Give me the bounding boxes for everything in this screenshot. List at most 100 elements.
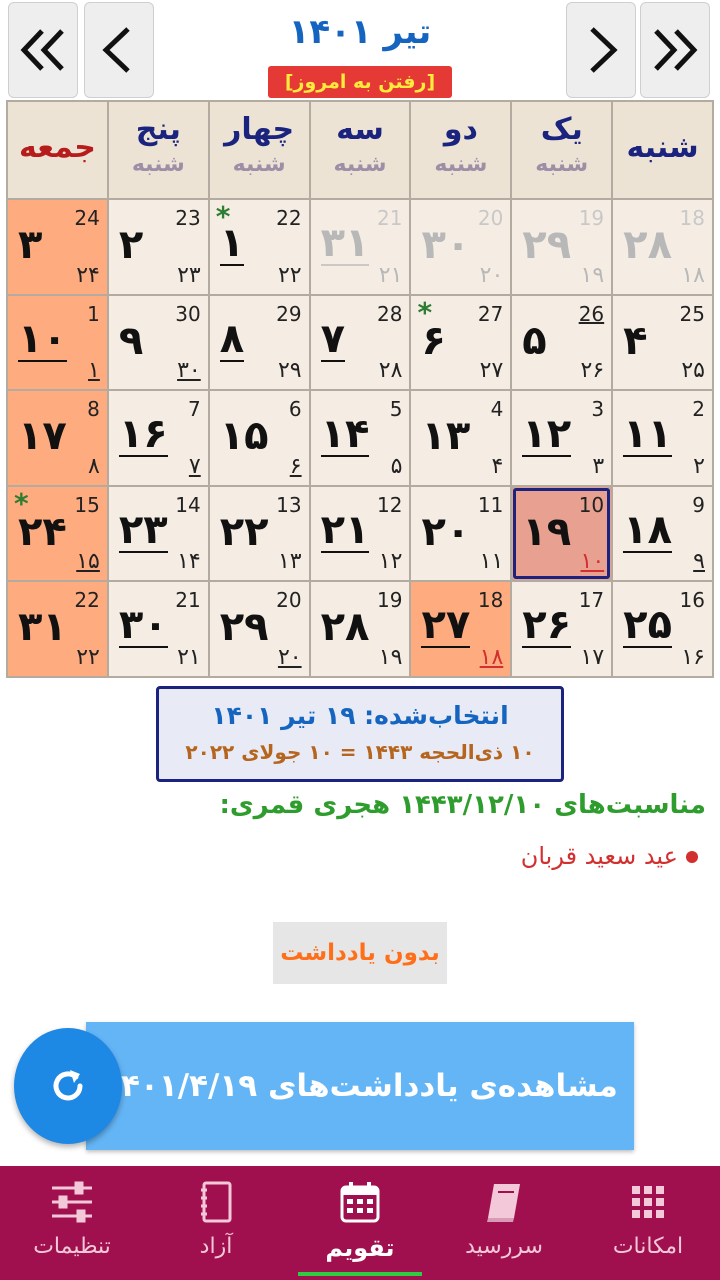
day-cell[interactable]: ۹ 30 ۳۰ (108, 295, 208, 390)
month-title[interactable]: تیر ۱۴۰۱ (160, 12, 560, 52)
selected-date-text: انتخاب‌شده: ۱۹ تیر ۱۴۰۱ (211, 701, 509, 730)
view-notes-button[interactable]: مشاهده‌ی یادداشت‌های ۱۴۰۱/۴/۱۹ (86, 1022, 634, 1150)
book-icon (487, 1184, 520, 1222)
hijri-day-number: ۳ (592, 453, 605, 479)
nav-label: تنظیمات (33, 1234, 111, 1259)
weekday-name: پنج (135, 112, 181, 147)
day-cell[interactable]: ۳ 24 ۲۴ (8, 200, 107, 294)
day-cell[interactable]: ۶ 27 ۲۷ * (411, 295, 511, 390)
day-cell[interactable]: ۲۸ 18 ۱۸ (613, 200, 712, 294)
day-cell[interactable]: ۱۵ 6 ۶ (209, 391, 309, 485)
weekday-header: پنج شنبه (108, 102, 208, 198)
grid-icon (632, 1186, 664, 1218)
gregorian-day-number: 1 (87, 301, 100, 326)
persian-day-number: ۳۰ (421, 222, 471, 268)
hijri-day-number: ۱۹ (580, 262, 605, 288)
nav-planner[interactable]: سررسید (432, 1166, 576, 1280)
persian-day-number: ۵ (522, 317, 547, 364)
day-cell[interactable]: ۱۷ 8 ۸ (8, 391, 107, 485)
day-cell[interactable]: ۳۱ 22 ۲۲ (8, 582, 107, 676)
go-to-today-button[interactable]: [رفتن به امروز] (268, 66, 452, 98)
gregorian-day-number: 27 (477, 301, 504, 326)
day-cell[interactable]: ۱۶ 7 ۷ (108, 391, 208, 485)
weekday-suffix: شنبه (434, 152, 488, 177)
gregorian-day-number: 30 (175, 301, 201, 326)
day-cell[interactable]: ۱۳ 4 ۴ (411, 391, 511, 485)
hijri-day-number: ۲۳ (177, 262, 201, 288)
hijri-day-number: ۲۵ (681, 358, 705, 384)
day-cell[interactable]: ۲۴ 15 ۱۵ * (8, 486, 107, 581)
gregorian-day-number: 16 (679, 588, 705, 613)
hijri-day-number: ۲ (693, 453, 705, 479)
gregorian-day-number: 26 (578, 301, 605, 326)
hijri-day-number: ۹ (693, 549, 705, 575)
hijri-day-number: ۴ (491, 453, 504, 479)
day-cell[interactable]: ۲۷ 18 ۱۸ (411, 582, 511, 676)
hijri-day-number: ۱۳ (277, 549, 302, 575)
occasions-title: مناسبت‌های ۱۴۴۳/۱۲/۱۰ هجری قمری: (219, 790, 706, 820)
refresh-button[interactable] (14, 1028, 122, 1144)
persian-day-number: ۲۳ (118, 506, 168, 553)
weekday-name: چهار (224, 112, 295, 147)
gregorian-day-number: 11 (477, 492, 504, 517)
day-cell[interactable]: ۲۹ 19 ۱۹ (512, 200, 612, 294)
gregorian-day-number: 17 (578, 588, 605, 613)
gregorian-day-number: 18 (679, 206, 705, 230)
persian-day-number: ۸ (219, 315, 245, 362)
nav-label: تقویم (325, 1234, 395, 1262)
gregorian-day-number: 13 (276, 492, 302, 517)
day-cell[interactable]: ۲۰ 11 ۱۱ (411, 486, 511, 581)
day-cell[interactable]: ۲۵ 16 ۱۶ (613, 582, 712, 676)
nav-label: سررسید (465, 1234, 543, 1259)
weekday-suffix: شنبه (131, 152, 185, 177)
persian-day-number: ۲۲ (219, 508, 269, 555)
persian-day-number: ۱۵ (219, 413, 269, 460)
weekday-header: یک شنبه (512, 102, 612, 198)
day-cell[interactable]: ۲۸ 19 ۱۹ (310, 582, 410, 676)
nav-features[interactable]: امکانات (576, 1166, 720, 1280)
hijri-day-number: ۱۸ (681, 262, 705, 288)
day-cell-selected[interactable]: ۱۹ 10 ۱۰ (512, 486, 612, 581)
day-cell[interactable]: ۱۰ 1 ۱ (8, 295, 107, 390)
day-cell[interactable]: ۱ 22 ۲۲ * (209, 200, 309, 294)
day-cell[interactable]: ۳۱ 21 ۲۱ (310, 200, 410, 294)
day-cell[interactable]: ۱۸ 9 ۹ (613, 486, 712, 581)
hijri-day-number: ۱ (88, 358, 100, 384)
day-cell[interactable]: ۱۴ 5 ۵ (310, 391, 410, 485)
nav-free-notes[interactable]: آزاد (144, 1166, 288, 1280)
prev-month-button[interactable] (84, 2, 154, 98)
double-chevron-left-icon (20, 29, 64, 71)
day-cell[interactable]: ۳۰ 21 ۲۱ (108, 582, 208, 676)
day-cell[interactable]: ۲ 23 ۲۳ (108, 200, 208, 294)
prev-year-button[interactable] (8, 2, 78, 98)
gregorian-day-number: 28 (376, 301, 403, 326)
day-cell[interactable]: ۱۲ 3 ۳ (512, 391, 612, 485)
persian-day-number: ۱۴ (320, 411, 370, 458)
day-cell[interactable]: ۳۰ 20 ۲۰ (411, 200, 511, 294)
weekday-header: چهار شنبه (209, 102, 309, 198)
day-cell[interactable]: ۵ 26 ۲۶ (512, 295, 612, 390)
next-year-button[interactable] (640, 2, 710, 98)
gregorian-day-number: 19 (376, 588, 403, 613)
day-cell[interactable]: ۸ 29 ۲۹ (209, 295, 309, 390)
day-cell[interactable]: ۴ 25 ۲۵ (613, 295, 712, 390)
day-cell[interactable]: ۲۱ 12 ۱۲ (310, 486, 410, 581)
day-cell[interactable]: ۲۹ 20 ۲۰ (209, 582, 309, 676)
no-note-label[interactable]: بدون یادداشت (273, 922, 447, 984)
nav-calendar[interactable]: تقویم (288, 1166, 432, 1280)
gregorian-day-number: 21 (376, 206, 403, 230)
hijri-day-number: ۶ (289, 453, 302, 479)
day-cell[interactable]: ۲۲ 13 ۱۳ (209, 486, 309, 581)
nav-settings[interactable]: تنظیمات (0, 1166, 144, 1280)
next-month-button[interactable] (566, 2, 636, 98)
hijri-day-number: ۱۹ (378, 644, 403, 670)
persian-day-number: ۹ (118, 317, 144, 364)
day-cell[interactable]: ۲۳ 14 ۱۴ (108, 486, 208, 581)
persian-day-number: ۲۸ (623, 222, 672, 268)
calendar-icon (340, 1182, 380, 1223)
weekday-suffix: شنبه (232, 152, 286, 177)
gregorian-day-number: 8 (87, 397, 100, 422)
day-cell[interactable]: ۱۱ 2 ۲ (613, 391, 712, 485)
day-cell[interactable]: ۲۶ 17 ۱۷ (512, 582, 612, 676)
day-cell[interactable]: ۷ 28 ۲۸ (310, 295, 410, 390)
